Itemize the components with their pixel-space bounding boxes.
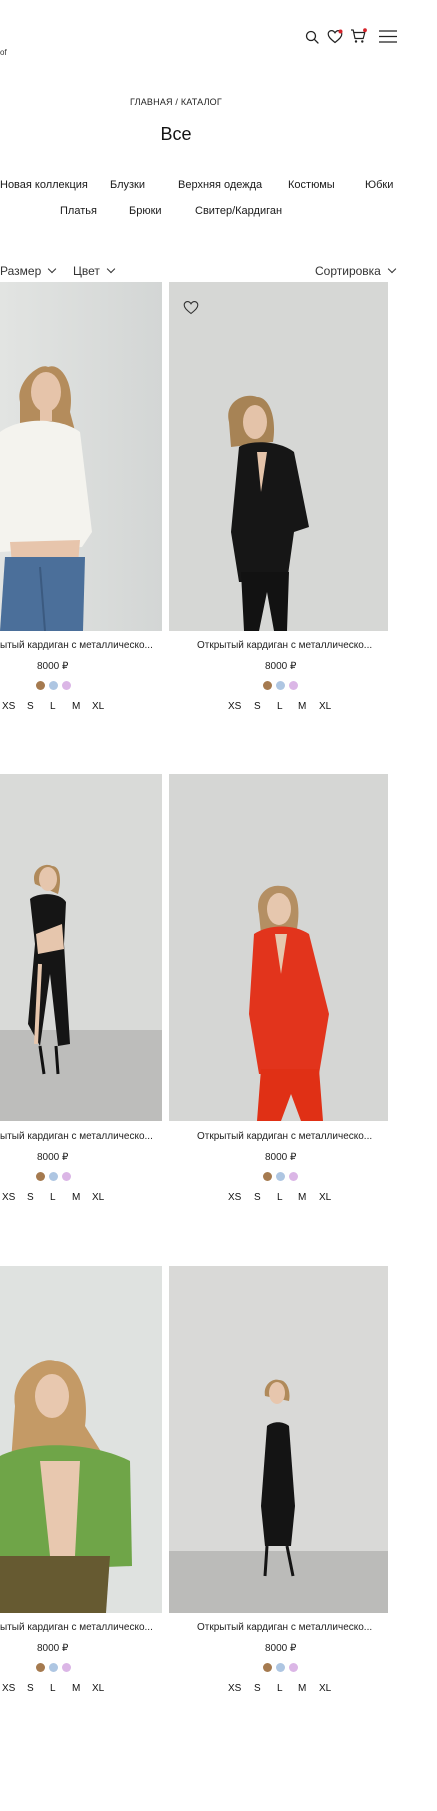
size-option[interactable]: M: [298, 1192, 306, 1203]
size-option[interactable]: M: [298, 1683, 306, 1694]
size-option[interactable]: XS: [228, 701, 241, 712]
color-swatch[interactable]: [263, 681, 272, 690]
category-skirts[interactable]: Юбки: [365, 179, 393, 191]
product-image[interactable]: [169, 1266, 388, 1613]
size-option[interactable]: L: [277, 701, 283, 712]
size-option[interactable]: XL: [92, 701, 104, 712]
header-icons: [305, 28, 425, 48]
category-sweater-cardigan[interactable]: Свитер/Кардиган: [195, 205, 282, 217]
heart-icon[interactable]: [183, 300, 199, 320]
color-swatch[interactable]: [263, 1663, 272, 1672]
size-option[interactable]: L: [50, 701, 56, 712]
color-swatch[interactable]: [289, 1172, 298, 1181]
category-outerwear[interactable]: Верхняя одежда: [178, 179, 262, 191]
color-swatch[interactable]: [276, 1663, 285, 1672]
size-option[interactable]: XL: [92, 1192, 104, 1203]
color-swatch[interactable]: [36, 1172, 45, 1181]
product-name[interactable]: ытый кардиган с металлическо...: [0, 1131, 153, 1142]
breadcrumb[interactable]: ГЛАВНАЯ / КАТАЛОГ: [0, 97, 352, 107]
color-swatch[interactable]: [62, 1172, 71, 1181]
color-swatch[interactable]: [62, 681, 71, 690]
size-option[interactable]: XL: [319, 701, 331, 712]
color-swatch[interactable]: [276, 1172, 285, 1181]
product-image[interactable]: [0, 282, 162, 631]
product-price: 8000 ₽: [265, 661, 297, 672]
heart-icon[interactable]: [327, 29, 343, 44]
color-swatch[interactable]: [276, 681, 285, 690]
chevron-down-icon: [106, 264, 116, 274]
size-filter-label: Размер: [0, 264, 42, 278]
size-option[interactable]: S: [254, 1192, 261, 1203]
color-swatch[interactable]: [36, 1663, 45, 1672]
search-icon[interactable]: [305, 30, 319, 44]
size-option[interactable]: XS: [228, 1192, 241, 1203]
product-name[interactable]: ытый кардиган с металлическо...: [0, 1622, 153, 1633]
size-option[interactable]: L: [50, 1192, 56, 1203]
color-filter-label: Цвет: [73, 264, 100, 278]
category-dresses[interactable]: Платья: [60, 205, 97, 217]
size-filter[interactable]: Размер: [0, 264, 57, 278]
color-swatch[interactable]: [49, 681, 58, 690]
logo[interactable]: of: [0, 48, 7, 57]
size-option[interactable]: S: [254, 701, 261, 712]
category-suits[interactable]: Костюмы: [288, 179, 335, 191]
cart-icon[interactable]: [350, 28, 367, 44]
menu-icon[interactable]: [379, 30, 397, 43]
page-title: Все: [160, 124, 192, 144]
product-price: 8000 ₽: [265, 1643, 297, 1654]
product-price: 8000 ₽: [37, 661, 69, 672]
product-image[interactable]: [169, 282, 388, 631]
product-price: 8000 ₽: [37, 1152, 69, 1163]
chevron-down-icon: [48, 264, 57, 274]
size-option[interactable]: XL: [319, 1192, 331, 1203]
product-price: 8000 ₽: [265, 1152, 297, 1163]
size-option[interactable]: XS: [228, 1683, 241, 1694]
size-option[interactable]: L: [277, 1683, 283, 1694]
size-option[interactable]: M: [72, 1192, 80, 1203]
product-name[interactable]: Открытый кардиган с металлическо...: [197, 1131, 372, 1142]
product-image[interactable]: [0, 774, 162, 1121]
chevron-down-icon: [387, 264, 397, 274]
size-option[interactable]: XL: [319, 1683, 331, 1694]
color-swatch[interactable]: [289, 681, 298, 690]
size-option[interactable]: M: [298, 701, 306, 712]
size-option[interactable]: S: [27, 1683, 34, 1694]
color-swatch[interactable]: [263, 1172, 272, 1181]
sort-label: Сортировка: [315, 264, 381, 278]
product-name[interactable]: Открытый кардиган с металлическо...: [197, 1622, 372, 1633]
size-option[interactable]: S: [27, 701, 34, 712]
size-option[interactable]: XS: [2, 1192, 15, 1203]
product-image[interactable]: [0, 1266, 162, 1613]
sort-dropdown[interactable]: Сортировка: [315, 264, 397, 278]
size-option[interactable]: M: [72, 1683, 80, 1694]
color-swatch[interactable]: [49, 1172, 58, 1181]
category-blouses[interactable]: Блузки: [110, 179, 145, 191]
size-option[interactable]: M: [72, 701, 80, 712]
product-price: 8000 ₽: [37, 1643, 69, 1654]
color-filter[interactable]: Цвет: [73, 264, 116, 278]
size-option[interactable]: L: [50, 1683, 56, 1694]
size-option[interactable]: S: [27, 1192, 34, 1203]
product-image[interactable]: [169, 774, 388, 1121]
color-swatch[interactable]: [49, 1663, 58, 1672]
category-new-collection[interactable]: Новая коллекция: [0, 179, 88, 191]
size-option[interactable]: XL: [92, 1683, 104, 1694]
category-trousers[interactable]: Брюки: [129, 205, 162, 217]
color-swatch[interactable]: [289, 1663, 298, 1672]
size-option[interactable]: S: [254, 1683, 261, 1694]
product-name[interactable]: Открытый кардиган с металлическо...: [197, 640, 372, 651]
size-option[interactable]: XS: [2, 1683, 15, 1694]
color-swatch[interactable]: [36, 681, 45, 690]
size-option[interactable]: XS: [2, 701, 15, 712]
color-swatch[interactable]: [62, 1663, 71, 1672]
size-option[interactable]: L: [277, 1192, 283, 1203]
product-name[interactable]: ытый кардиган с металлическо...: [0, 640, 153, 651]
